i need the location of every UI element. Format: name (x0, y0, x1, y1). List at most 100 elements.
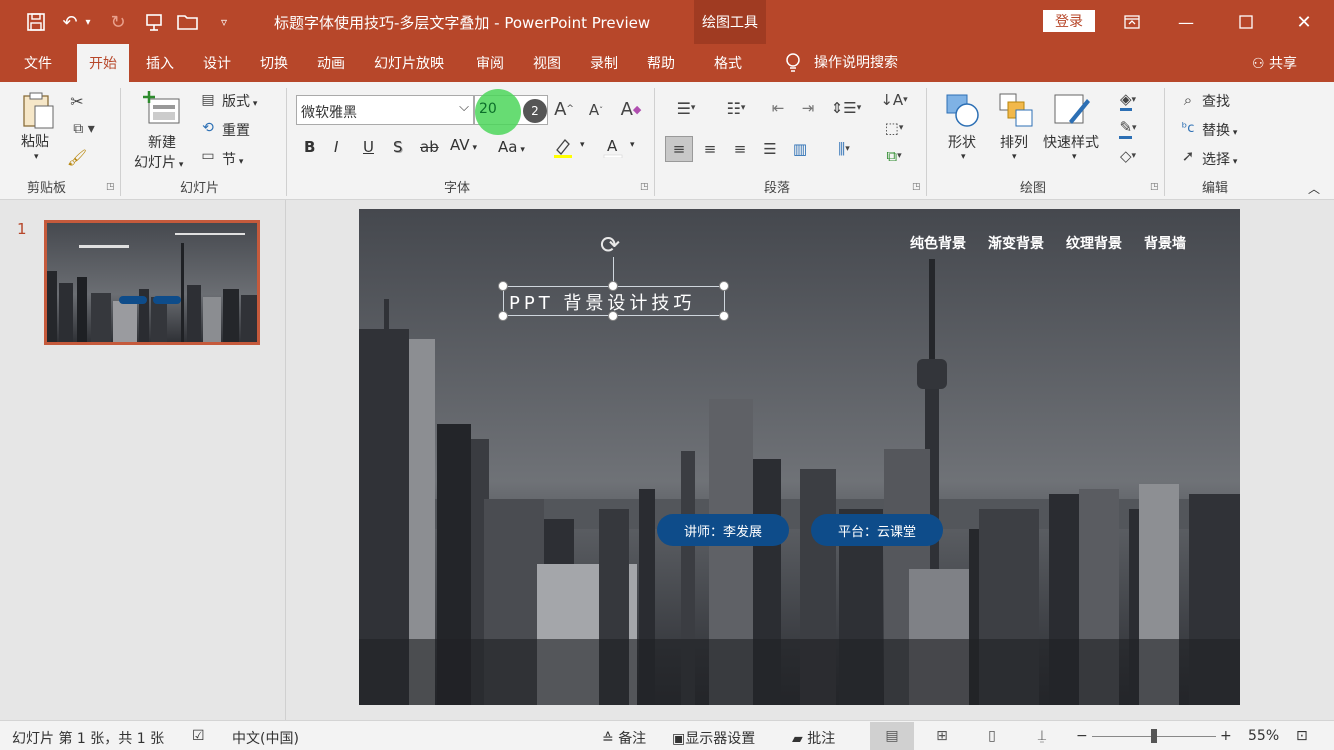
section-button[interactable]: 节 ▾ (222, 149, 243, 169)
justify-icon[interactable]: ☰ (758, 136, 782, 162)
tab-record[interactable]: 录制 (590, 53, 618, 73)
zoom-in-icon[interactable]: + (1220, 728, 1232, 744)
select-arrow-icon[interactable]: ➚ (1178, 146, 1198, 166)
clear-formatting-icon[interactable]: A ◆ (618, 96, 644, 122)
fit-to-window-icon[interactable]: ⊡ (1296, 728, 1308, 744)
collapse-ribbon-icon[interactable]: ︿ (1308, 180, 1320, 197)
tab-design[interactable]: 设计 (203, 53, 231, 73)
share-button[interactable]: ⚇ 共享 (1252, 53, 1297, 73)
new-slide-label-1[interactable]: 新建 (148, 132, 176, 152)
font-family-dropdown[interactable]: 微软雅黑 ⌵ (296, 95, 474, 125)
paste-dropdown-icon[interactable]: ▾ (34, 152, 39, 162)
login-button[interactable]: 登录 (1043, 10, 1095, 32)
slide-sorter-icon[interactable]: ⊞ (920, 722, 964, 750)
slideshow-view-icon[interactable]: ⍊ (1020, 722, 1064, 750)
layout-icon[interactable]: ▤ (198, 90, 218, 110)
paste-label[interactable]: 粘贴 (21, 131, 49, 151)
numbering-icon[interactable]: ☷ ▾ (716, 96, 756, 120)
zoom-level[interactable]: 55% (1248, 728, 1279, 744)
slide-thumbnail[interactable] (44, 220, 260, 345)
quick-styles-label[interactable]: 快速样式 (1043, 132, 1099, 152)
close-icon[interactable]: ✕ (1284, 8, 1324, 36)
align-right-icon[interactable]: ≡ (728, 136, 752, 162)
reset-icon[interactable]: ⟲ (198, 118, 218, 138)
replace-icon[interactable]: ᵇc (1178, 118, 1198, 138)
quick-styles-icon[interactable] (1052, 90, 1092, 130)
tab-review[interactable]: 审阅 (476, 53, 504, 73)
bold-button[interactable]: B (304, 138, 315, 156)
nav-texture-background[interactable]: 纹理背景 (1066, 233, 1122, 253)
smartart-icon[interactable]: ⧉ ▾ (876, 144, 912, 168)
notes-button[interactable]: ≙ 备注 (602, 728, 646, 748)
resize-handle[interactable] (498, 311, 508, 321)
select-button[interactable]: 选择 ▾ (1202, 149, 1237, 169)
font-color-dropdown-icon[interactable]: ▾ (630, 140, 635, 150)
open-folder-icon[interactable] (174, 8, 202, 36)
nav-solid-background[interactable]: 纯色背景 (910, 233, 966, 253)
tab-format[interactable]: 格式 (714, 53, 742, 73)
tab-help[interactable]: 帮助 (647, 53, 675, 73)
columns-icon[interactable]: ⫼ ▾ (824, 136, 864, 162)
normal-view-icon[interactable]: ▤ (870, 722, 914, 750)
maximize-icon[interactable] (1226, 8, 1266, 36)
arrange-icon[interactable] (996, 90, 1036, 130)
slide-title[interactable]: PPT 背景设计技巧 (509, 289, 695, 315)
new-slide-label-2[interactable]: 幻灯片 ▾ (134, 152, 183, 172)
resize-handle[interactable] (719, 311, 729, 321)
highlight-dropdown-icon[interactable]: ▾ (580, 140, 585, 150)
tab-view[interactable]: 视图 (533, 53, 561, 73)
drawing-launcher-icon[interactable]: ◳ (1150, 182, 1159, 192)
resize-handle[interactable] (608, 311, 618, 321)
customize-toolbar-icon[interactable]: ▿ (210, 8, 238, 36)
display-settings-button[interactable]: ▣显示器设置 (672, 728, 755, 748)
comments-button[interactable]: ▰ 批注 (792, 728, 835, 748)
save-icon[interactable] (22, 8, 50, 36)
increase-indent-icon[interactable]: ⇥ (796, 96, 820, 120)
decrease-indent-icon[interactable]: ⇤ (766, 96, 790, 120)
nav-gradient-background[interactable]: 渐变背景 (988, 233, 1044, 253)
distributed-icon[interactable]: ▥ (788, 136, 812, 162)
align-left-icon[interactable]: ≡ (665, 136, 693, 162)
tell-me-search[interactable]: 操作说明搜索 (784, 52, 898, 72)
shapes-icon[interactable] (942, 90, 982, 130)
resize-handle[interactable] (498, 281, 508, 291)
ribbon-display-icon[interactable] (1112, 8, 1152, 36)
bullets-icon[interactable]: ☰ ▾ (666, 96, 706, 120)
replace-button[interactable]: 替换 ▾ (1202, 120, 1237, 140)
shape-outline-icon[interactable]: ✎ ▾ (1108, 116, 1148, 140)
shape-fill-icon[interactable]: ◈ ▾ (1108, 88, 1148, 112)
reading-view-icon[interactable]: ▯ (970, 722, 1014, 750)
highlight-color-icon[interactable] (550, 134, 576, 160)
align-text-icon[interactable]: ⬚ ▾ (876, 116, 912, 140)
arrange-dropdown-icon[interactable]: ▾ (1012, 152, 1017, 162)
section-icon[interactable]: ▭ (198, 146, 218, 166)
rotate-handle-icon[interactable]: ⟳ (600, 231, 620, 259)
paste-icon[interactable] (18, 90, 58, 130)
minimize-icon[interactable]: — (1166, 8, 1206, 36)
present-icon[interactable] (140, 8, 168, 36)
tab-insert[interactable]: 插入 (146, 53, 174, 73)
paragraph-launcher-icon[interactable]: ◳ (912, 182, 921, 192)
shapes-dropdown-icon[interactable]: ▾ (961, 152, 966, 162)
find-button[interactable]: 查找 (1202, 91, 1230, 111)
reset-button[interactable]: 重置 (222, 120, 250, 140)
language-indicator[interactable]: 中文(中国) (232, 728, 299, 748)
slide[interactable]: 纯色背景 渐变背景 纹理背景 背景墙 ⟳ PPT 背景设计技巧 讲师：李发展 平… (359, 209, 1240, 705)
cut-icon[interactable]: ✂ (66, 90, 88, 112)
text-direction-icon[interactable]: ↓A ▾ (876, 88, 912, 112)
layout-button[interactable]: 版式 ▾ (222, 91, 257, 111)
undo-dropdown-icon[interactable]: ▾ (80, 8, 96, 36)
accessibility-icon[interactable]: ☑ (192, 728, 205, 744)
tab-animations[interactable]: 动画 (317, 53, 345, 73)
tab-transitions[interactable]: 切换 (260, 53, 288, 73)
align-center-icon[interactable]: ≡ (698, 136, 722, 162)
copy-icon[interactable]: ⧉ ▾ (66, 118, 102, 140)
strikethrough-button[interactable]: ab (420, 138, 439, 156)
line-spacing-icon[interactable]: ⇕☰ ▾ (826, 96, 866, 120)
shape-effects-icon[interactable]: ◇ ▾ (1108, 144, 1148, 168)
tab-slideshow[interactable]: 幻灯片放映 (374, 53, 444, 73)
font-launcher-icon[interactable]: ◳ (640, 182, 649, 192)
tab-file[interactable]: 文件 (24, 53, 52, 73)
zoom-out-icon[interactable]: − (1076, 728, 1088, 744)
lecturer-badge[interactable]: 讲师：李发展 (657, 514, 789, 546)
